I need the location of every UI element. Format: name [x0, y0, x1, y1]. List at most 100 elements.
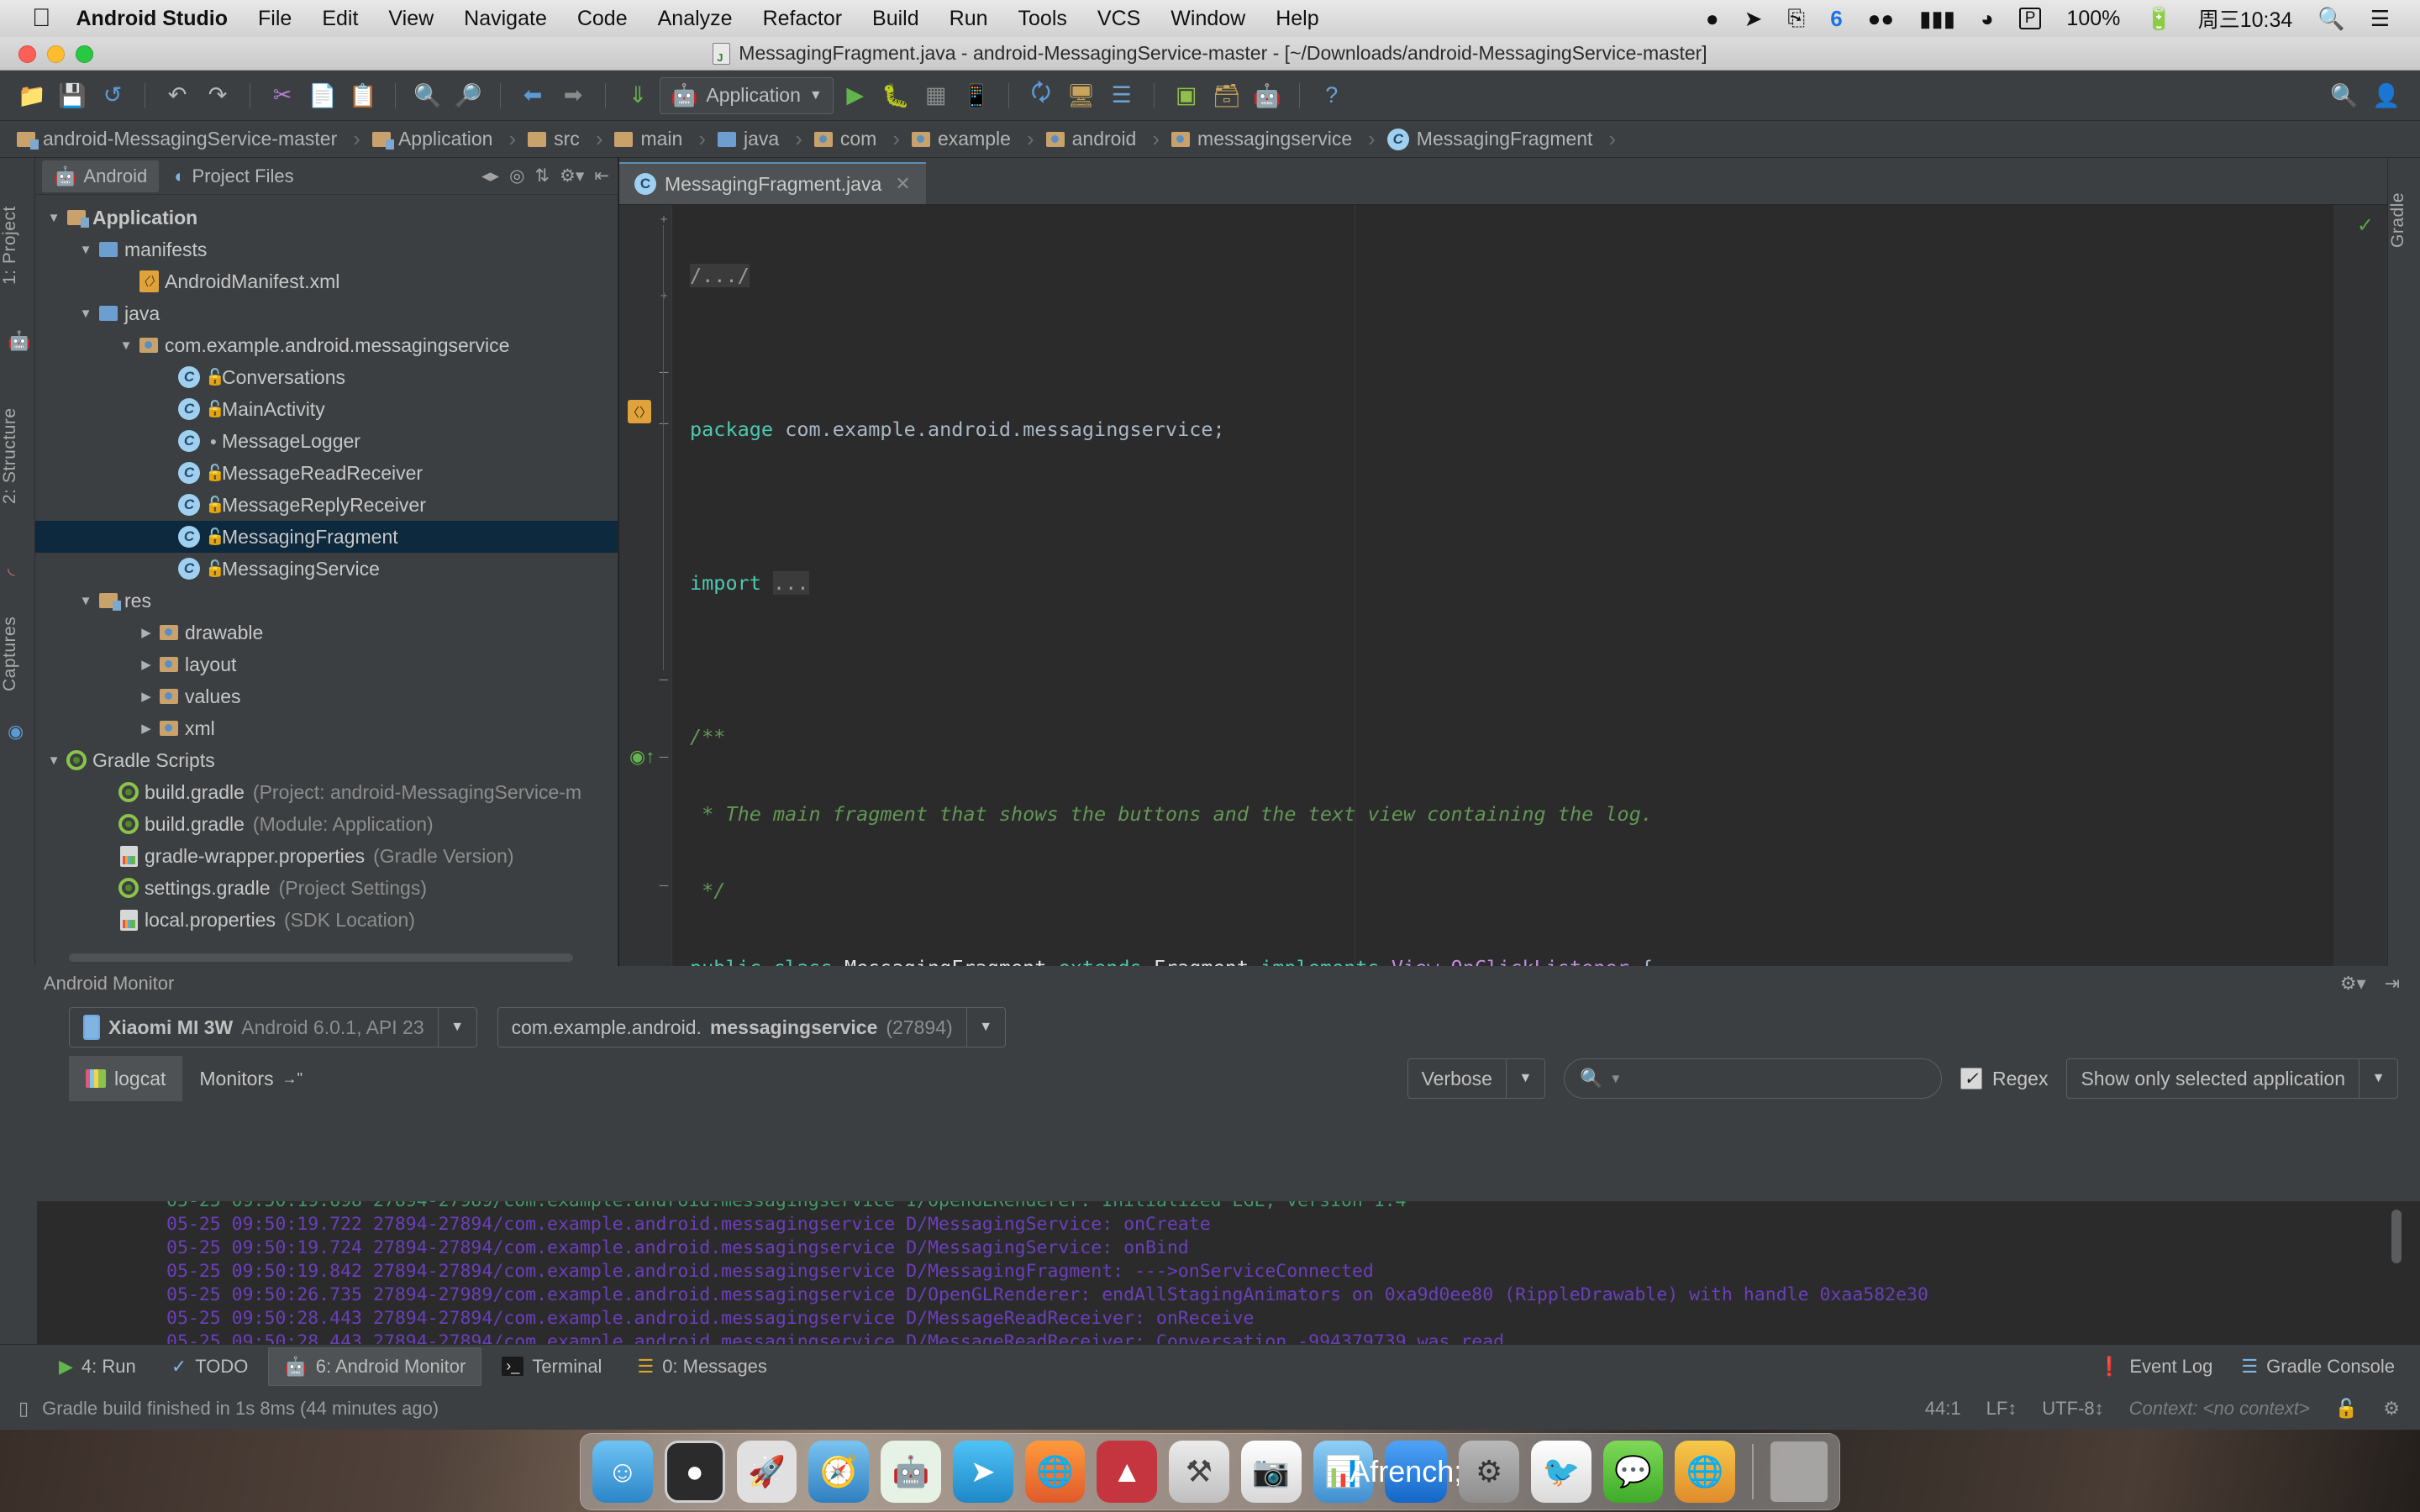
tree-row-buildgradle-project[interactable]: build.gradle (Project: android-Messaging…: [35, 776, 618, 808]
implementing-method-icon[interactable]: ◉↑: [629, 746, 655, 768]
tree-row-settings-gradle[interactable]: settings.gradle (Project Settings): [35, 872, 618, 904]
sync-gradle-icon[interactable]: 🗘: [1023, 77, 1060, 114]
filter-selector[interactable]: Show only selected application ▼: [2066, 1058, 2398, 1099]
sidebar-tab-structure[interactable]: 2: Structure: [0, 368, 35, 544]
chevron-down-icon[interactable]: ▼: [1506, 1059, 1544, 1098]
airplay-icon[interactable]: ⎘: [1787, 5, 1805, 32]
tree-row-messagereplyreceiver[interactable]: C 🔓 MessageReplyReceiver: [35, 489, 618, 521]
log-level-selector[interactable]: Verbose ▼: [1407, 1058, 1545, 1099]
tool-tab-android-monitor[interactable]: 🤖 6: Android Monitor: [268, 1347, 481, 1386]
undo-icon[interactable]: ↶: [159, 77, 196, 114]
wifi-icon[interactable]: ◕: [1981, 6, 1994, 32]
locate-icon[interactable]: ◎: [509, 165, 524, 186]
parallels-icon[interactable]: P: [2019, 8, 2042, 29]
wechat-icon[interactable]: ●●: [1868, 6, 1894, 32]
menu-tools[interactable]: Tools: [1018, 7, 1067, 31]
chevron-down-icon[interactable]: ▼: [1609, 1072, 1622, 1086]
menu-edit[interactable]: Edit: [322, 7, 358, 31]
tab-android[interactable]: 🤖 Android: [42, 160, 159, 192]
line-separator[interactable]: LF↕: [1986, 1398, 2018, 1420]
sketch-icon[interactable]: ⚒: [1169, 1441, 1229, 1503]
replace-icon[interactable]: 🔎: [450, 77, 487, 114]
tree-row-messagingfragment[interactable]: C 🔓 MessagingFragment: [35, 521, 618, 553]
tool-tab-run[interactable]: ▶ 4: Run: [44, 1347, 151, 1386]
tool-tab-gradle-console[interactable]: ☰ Gradle Console: [2241, 1356, 2395, 1378]
project-horizontal-scrollbar[interactable]: [69, 953, 573, 962]
project-structure-icon[interactable]: ☰: [1103, 77, 1140, 114]
breadcrumb-item-com[interactable]: com ›: [809, 121, 910, 158]
chevron-down-icon[interactable]: ▼: [44, 753, 64, 768]
fold-collapse-icon[interactable]: ─: [656, 878, 671, 893]
menu-analyze[interactable]: Analyze: [658, 7, 733, 31]
tool-tab-todo[interactable]: ✓ TODO: [156, 1347, 264, 1386]
tree-row-messagelogger[interactable]: C ● MessageLogger: [35, 425, 618, 457]
tree-row-drawable[interactable]: ▶ drawable: [35, 617, 618, 648]
no-errors-checkmark-icon[interactable]: ✓: [2357, 213, 2374, 238]
app-store-icon[interactable]: Afrench;A: [1385, 1441, 1447, 1503]
affinity-icon[interactable]: ▲: [1097, 1441, 1157, 1503]
sync-icon[interactable]: ↺: [94, 77, 131, 114]
tree-row-gradle-scripts[interactable]: ▼ Gradle Scripts: [35, 744, 618, 776]
chevron-down-icon[interactable]: ▼: [2359, 1059, 2397, 1098]
fold-collapse-icon[interactable]: ─: [656, 672, 671, 687]
menu-view[interactable]: View: [388, 7, 434, 31]
run-coverage-icon[interactable]: ▦: [918, 77, 955, 114]
memory-indicator-icon[interactable]: ⚙: [2383, 1398, 2400, 1420]
tab-project-files[interactable]: ◐ Project Files: [162, 160, 305, 192]
status-message[interactable]: Gradle build finished in 1s 8ms (44 minu…: [42, 1398, 439, 1420]
tree-row-messagingservice[interactable]: C 🔓 MessagingService: [35, 553, 618, 585]
menu-code[interactable]: Code: [577, 7, 628, 31]
logcat-output[interactable]: 05-25 09:50:19.698 27894-27989/com.examp…: [37, 1201, 2420, 1344]
layout-inspector-icon[interactable]: 🗃: [1208, 77, 1245, 114]
menu-app-name[interactable]: Android Studio: [76, 7, 229, 31]
tree-row-mainactivity[interactable]: C 🔓 MainActivity: [35, 393, 618, 425]
caret-position[interactable]: 44:1: [1925, 1398, 1961, 1420]
sdk-manager-icon[interactable]: ▣: [1168, 77, 1205, 114]
breadcrumb-item-project[interactable]: android-MessagingService-master ›: [12, 121, 371, 158]
menu-help[interactable]: Help: [1276, 7, 1318, 31]
fold-collapse-icon[interactable]: ─: [656, 365, 671, 380]
copy-icon[interactable]: 📄: [304, 77, 341, 114]
settings-gear-icon[interactable]: ⚙▾: [560, 165, 584, 186]
paste-icon[interactable]: 📋: [345, 77, 381, 114]
wechat-icon[interactable]: 💬: [1603, 1441, 1664, 1503]
editor-right-marker-bar[interactable]: ✓: [2333, 205, 2387, 966]
save-all-icon[interactable]: 💾: [54, 77, 91, 114]
tree-row-messagereadreceiver[interactable]: C 🔓 MessageReadReceiver: [35, 457, 618, 489]
hide-tool-window-icon[interactable]: ▯: [18, 1398, 29, 1420]
breadcrumb-item-src[interactable]: src ›: [523, 121, 613, 158]
qq-icon[interactable]: ●: [1706, 6, 1719, 32]
chevron-down-icon[interactable]: ▼: [76, 594, 96, 608]
fold-expand-icon[interactable]: +: [656, 212, 671, 227]
rocket-icon[interactable]: 🚀: [737, 1441, 797, 1503]
photos-icon[interactable]: 📷: [1241, 1441, 1302, 1503]
launchpad-icon[interactable]: ●: [665, 1441, 725, 1503]
chevron-down-icon[interactable]: ▼: [809, 88, 823, 103]
file-encoding[interactable]: UTF-8↕: [2042, 1398, 2103, 1420]
android-studio-icon[interactable]: 🤖: [881, 1441, 941, 1503]
menu-vcs[interactable]: VCS: [1097, 7, 1140, 31]
baidu-icon[interactable]: 6: [1830, 6, 1842, 32]
tree-row-res[interactable]: ▼ res: [35, 585, 618, 617]
tree-row-xml[interactable]: ▶ xml: [35, 712, 618, 744]
editor-code-area[interactable]: /.../ package com.example.android.messag…: [671, 205, 2333, 966]
chevron-down-icon[interactable]: ▼: [116, 339, 136, 353]
open-folder-icon[interactable]: 📁: [13, 77, 50, 114]
tree-row-package[interactable]: ▼ com.example.android.messagingservice: [35, 329, 618, 361]
breadcrumb-item-class[interactable]: C MessagingFragment ›: [1382, 121, 1626, 158]
chevron-right-icon[interactable]: ▶: [136, 689, 156, 704]
chevron-down-icon[interactable]: ▼: [76, 243, 96, 257]
tool-tab-terminal[interactable]: ›_ Terminal: [487, 1347, 617, 1386]
run-configuration-selector[interactable]: 🤖 Application ▼: [660, 77, 834, 114]
android-device-monitor-icon[interactable]: 🤖: [1249, 77, 1286, 114]
telegram-icon[interactable]: ➤: [953, 1441, 1013, 1503]
menu-build[interactable]: Build: [872, 7, 919, 31]
tree-row-application[interactable]: ▼ Application: [35, 202, 618, 234]
hide-icon[interactable]: ⇥: [2385, 973, 2400, 995]
attach-debugger-icon[interactable]: 📱: [958, 77, 995, 114]
forward-icon[interactable]: ➡: [555, 77, 592, 114]
close-window-button[interactable]: [18, 45, 36, 63]
settings-gear-icon[interactable]: ⚙▾: [2340, 973, 2366, 995]
window-controls[interactable]: [18, 45, 93, 63]
chevron-right-icon[interactable]: ▶: [136, 721, 156, 736]
